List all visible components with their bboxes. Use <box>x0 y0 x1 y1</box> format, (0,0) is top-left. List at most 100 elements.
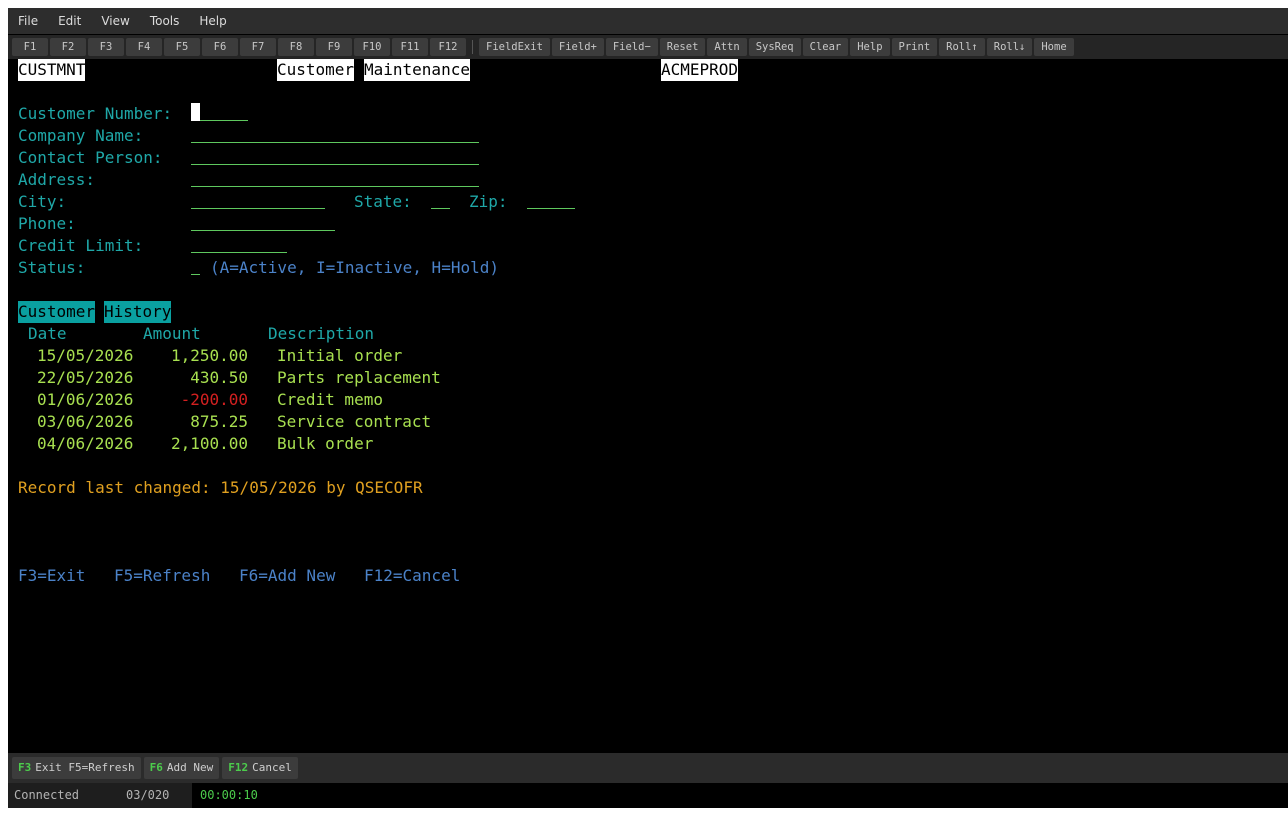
row-amount: 2,100.00 <box>170 434 248 453</box>
legend-f12-cancel[interactable]: F12=Cancel <box>364 565 460 587</box>
phone-row: Phone: <box>18 213 718 235</box>
toolbar-f8-button[interactable]: F8 <box>278 38 314 56</box>
toolbar-f6-button[interactable]: F6 <box>202 38 238 56</box>
toolbar-f4-button[interactable]: F4 <box>126 38 162 56</box>
table-row: 22/05/2026 430.50 Parts replacement <box>18 367 718 389</box>
address-label: Address: <box>18 170 96 189</box>
phone-input[interactable] <box>191 213 335 231</box>
credit-limit-row: Credit Limit: <box>18 235 718 257</box>
column-header-date: Date <box>28 324 67 343</box>
city-label: City: <box>18 192 67 211</box>
row-date: 22/05/2026 <box>37 368 134 387</box>
menu-file[interactable]: File <box>8 8 48 34</box>
zip-input[interactable] <box>527 191 575 209</box>
print-button[interactable]: Print <box>891 38 938 56</box>
home-button[interactable]: Home <box>1034 38 1074 56</box>
menu-edit[interactable]: Edit <box>48 8 91 34</box>
history-column-headers: Date Amount Description <box>18 323 718 345</box>
toolbar-f2-button[interactable]: F2 <box>50 38 86 56</box>
menu-help[interactable]: Help <box>189 8 236 34</box>
function-key-bar: F3 Exit F5=Refresh F6 Add New F12 Cancel <box>8 753 1288 783</box>
legend-f3-exit[interactable]: F3=Exit <box>18 565 85 587</box>
function-key-toolbar: F1 F2 F3 F4 F5 F6 F7 F8 F9 F10 F11 F12 F… <box>8 35 1288 59</box>
row-date: 04/06/2026 <box>37 434 134 453</box>
toolbar-f12-button[interactable]: F12 <box>430 38 466 56</box>
menu-tools[interactable]: Tools <box>140 8 190 34</box>
company-name-label: Company Name: <box>18 126 144 145</box>
row-amount: 875.25 <box>190 412 248 431</box>
connection-status: Connected <box>14 788 80 802</box>
clear-button[interactable]: Clear <box>802 38 849 56</box>
toolbar-f3-button[interactable]: F3 <box>88 38 124 56</box>
program-name: CUSTMNT <box>18 59 86 81</box>
record-changed-text: Record last changed: 15/05/2026 by QSECO… <box>18 478 423 497</box>
company-name-row: Company Name: <box>18 125 718 147</box>
field-plus-button[interactable]: Field+ <box>551 38 604 56</box>
toolbar-f9-button[interactable]: F9 <box>316 38 352 56</box>
screen-header: CUSTMNT Customer Maintenance ACMEPROD <box>18 59 1278 81</box>
reset-button[interactable]: Reset <box>659 38 706 56</box>
attn-button[interactable]: Attn <box>707 38 747 56</box>
toolbar-separator <box>472 40 473 54</box>
fkey-label: F3 <box>18 761 32 774</box>
toolbar-f7-button[interactable]: F7 <box>240 38 276 56</box>
cursor-position: 03/020 <box>126 788 170 802</box>
screen-title-customer: Customer <box>277 59 355 81</box>
status-row: Status: (A=Active, I=Inactive, H=Hold) <box>18 257 718 279</box>
field-exit-button[interactable]: FieldExit <box>479 38 550 56</box>
row-amount-negative: -200.00 <box>180 390 248 409</box>
session-timer: 00:00:10 <box>200 788 258 802</box>
status-bar: Connected 03/020 00:00:10 <box>8 783 1288 808</box>
status-label: Status: <box>18 258 86 277</box>
row-description: Bulk order <box>277 434 374 453</box>
fkey-f3-exit-button[interactable]: F3 Exit F5=Refresh <box>12 757 141 779</box>
menu-view[interactable]: View <box>91 8 139 34</box>
legend-f6-add-new[interactable]: F6=Add New <box>239 565 335 587</box>
column-header-amount: Amount <box>143 324 201 343</box>
contact-person-input[interactable] <box>191 147 479 165</box>
state-label: State: <box>354 192 412 211</box>
status-input[interactable] <box>191 257 200 275</box>
roll-down-button[interactable]: Roll↓ <box>986 38 1033 56</box>
row-description: Initial order <box>277 346 403 365</box>
phone-label: Phone: <box>18 214 76 233</box>
zip-label: Zip: <box>469 192 508 211</box>
fkey-f6-add-new-button[interactable]: F6 Add New <box>143 757 220 779</box>
roll-up-button[interactable]: Roll↑ <box>939 38 985 56</box>
legend-f5-refresh[interactable]: F5=Refresh <box>114 565 210 587</box>
table-row: 04/06/2026 2,100.00 Bulk order <box>18 433 718 455</box>
row-date: 15/05/2026 <box>37 346 134 365</box>
credit-limit-input[interactable] <box>191 235 287 253</box>
row-description: Credit memo <box>277 390 383 409</box>
toolbar-f1-button[interactable]: F1 <box>12 38 48 56</box>
history-title-customer: Customer <box>18 301 96 323</box>
customer-number-input[interactable] <box>191 103 248 121</box>
city-input[interactable] <box>191 191 325 209</box>
terminal-screen: CUSTMNT Customer Maintenance ACMEPROD Cu… <box>8 59 1288 753</box>
city-state-zip-row: City: State: Zip: <box>18 191 718 213</box>
field-minus-button[interactable]: Field− <box>605 38 658 56</box>
fkey-f12-cancel-button[interactable]: F12 Cancel <box>222 757 298 779</box>
contact-person-row: Contact Person: <box>18 147 718 169</box>
toolbar-f10-button[interactable]: F10 <box>354 38 390 56</box>
column-header-description: Description <box>268 324 374 343</box>
table-row: 15/05/2026 1,250.00 Initial order <box>18 345 718 367</box>
history-title: Customer History <box>18 301 718 323</box>
toolbar-f11-button[interactable]: F11 <box>392 38 428 56</box>
credit-limit-label: Credit Limit: <box>18 236 144 255</box>
table-row: 01/06/2026 -200.00 Credit memo <box>18 389 718 411</box>
company-name-input[interactable] <box>191 125 479 143</box>
state-input[interactable] <box>431 191 450 209</box>
row-description: Service contract <box>277 412 432 431</box>
row-description: Parts replacement <box>277 368 441 387</box>
address-input[interactable] <box>191 169 479 187</box>
history-title-history: History <box>104 301 172 323</box>
system-name: ACMEPROD <box>661 59 739 81</box>
toolbar-f5-button[interactable]: F5 <box>164 38 200 56</box>
fkey-text: Exit F5=Refresh <box>35 761 135 774</box>
sysreq-button[interactable]: SysReq <box>748 38 801 56</box>
row-amount: 1,250.00 <box>170 346 248 365</box>
fkey-label: F12 <box>228 761 249 774</box>
help-button[interactable]: Help <box>850 38 890 56</box>
address-row: Address: <box>18 169 718 191</box>
